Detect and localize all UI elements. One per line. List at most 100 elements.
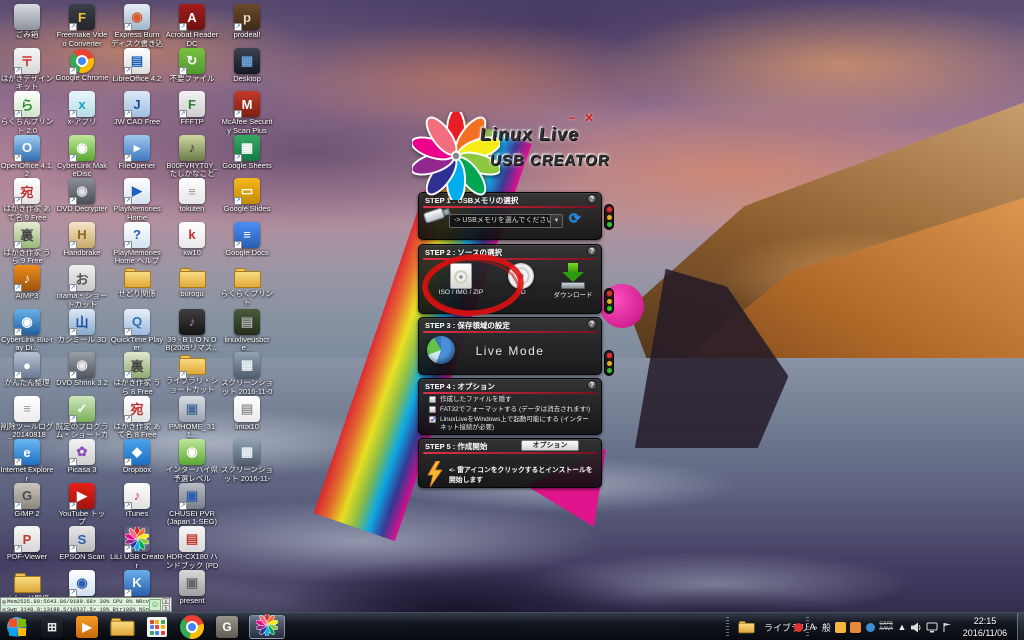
checkbox-icon[interactable] [429,416,436,423]
desktop-icon[interactable]: ◉インターハイ県予選レベル [165,439,219,483]
desktop-icon[interactable]: J↗JW CAD Free [110,91,164,127]
taskbar-explorer[interactable] [109,615,135,639]
tray-app-icon[interactable] [850,620,861,634]
desktop-icon[interactable]: らくらくプリント [220,265,274,307]
taskbar-grip[interactable] [726,617,729,637]
options-button[interactable]: オプション [521,440,579,451]
desktop-icon[interactable]: ▦スクリーンショット 2016-11-06... [220,352,274,397]
desktop-icon[interactable]: ✓↗既定のプログラム・ショートカット [55,396,109,441]
desktop-icon[interactable]: ↗Google Chrome [55,48,109,83]
desktop-icon[interactable]: ◉↗DVD Decrypter [55,178,109,214]
desktop-icon[interactable]: 裏↗はがき作家 うら 9 Free [0,222,54,266]
lightning-bolt-icon[interactable] [427,461,443,492]
step4-checkbox-2[interactable]: LinuxLiveをWindows上で起動可能にする (インターネット接続が必要… [429,416,595,432]
desktop-icon[interactable]: ▤linuxliveusbcre... [220,309,274,353]
desktop-icon[interactable]: F↗Freemake Video Converter [55,4,109,48]
taskbar-clock[interactable]: 22:15 2016/11/06 [956,615,1014,639]
desktop-icon[interactable]: ◉↗CyberLink MakeDisc [55,135,109,179]
hidden-icons-chevron[interactable]: ▲ [897,620,907,634]
desktop-icon[interactable]: ◉↗Express Burn ディスク書き込み... [110,4,164,49]
desktop-icon[interactable]: ごみ箱 [0,4,54,40]
show-desktop-button[interactable] [1017,613,1024,640]
action-center-flag-icon[interactable] [942,620,952,634]
desktop-icon[interactable]: 山↗カシミール 3D [55,309,109,345]
start-button[interactable] [4,615,30,639]
step4-checkbox-1[interactable]: FAT32でフォーマットする (データは消去されます!) [429,406,595,414]
desktop-icon[interactable]: ↗LiLi USB Creator [110,526,164,570]
ime-alpha-icon[interactable]: A [807,620,817,634]
help-icon[interactable]: ? [587,194,597,204]
desktop-icon[interactable]: ▸↗FileOpener [110,135,164,171]
desktop-icon[interactable]: ◉↗DVD Shrink 3.2 [55,352,109,388]
desktop-icon[interactable]: O↗OpenOffice 4.1.2 [0,135,54,179]
minimize-button[interactable]: − [568,112,575,124]
desktop-icon[interactable]: ▤HDR-CX180 ハンドブック (PDF) [165,526,219,571]
taskbar-gimp[interactable]: G [214,615,240,639]
desktop-icon[interactable]: せどり関係 [110,265,164,299]
desktop-icon[interactable]: p↗prodeal! [220,4,274,40]
desktop-icon[interactable]: ▣present [165,570,219,606]
desktop-icon[interactable]: Q↗QuickTime Player [110,309,164,353]
checkbox-icon[interactable] [429,406,436,413]
desktop-icon[interactable]: ↻↗不要ファイル [165,48,219,84]
desktop-icon[interactable]: ▤linux10 [220,396,274,432]
desktop-icon[interactable]: 〒↗はがきデザインキット [0,48,54,92]
desktop-icon[interactable]: ♪↗iTunes [110,483,164,519]
refresh-icon[interactable]: ⟳ [569,210,581,227]
help-icon[interactable]: ? [587,380,597,390]
desktop-icon[interactable]: e↗Internet Explorer [0,439,54,483]
desktop-icon[interactable]: ▣PMHOME_311... [165,396,219,440]
desktop-icon[interactable]: M↗McAfee Security Scan Plus [220,91,274,135]
taskbar-chrome[interactable] [179,615,205,639]
desktop-icon[interactable]: x↗x-アプリ [55,91,109,127]
desktop-icon[interactable]: 宛↗はがき作家 あて名 8 Free [110,396,164,440]
caps-kana-indicator[interactable]: CAPSKANA [879,620,893,634]
desktop-icon[interactable]: H↗Handbrake [55,222,109,258]
desktop-icon[interactable]: burogu [165,265,219,299]
desktop-icon[interactable]: S↗EPSON Scan [55,526,109,562]
taskbar-tiles-app[interactable]: ⊞ [39,615,65,639]
desktop-icon[interactable]: ▭↗Google Slides [220,178,274,214]
taskbar-lili-active[interactable] [249,615,285,639]
ime-mode-icon[interactable]: 般 [821,620,831,634]
desktop-icon[interactable]: ▦Desktop [220,48,274,84]
checkbox-icon[interactable] [429,396,436,403]
dropdown-arrow-icon[interactable]: ▼ [550,215,562,227]
desktop-icon[interactable]: ↗ライブラリ・ショートカット [165,352,219,394]
desktop-icon[interactable]: ♪39 - B L O N D B(2009リマス... [165,309,219,353]
desktop-icon[interactable]: ?↗PlayMemories Home ヘルプ [110,222,164,266]
desktop-icon[interactable]: 宛↗はがき作家 あて名 9 Free [0,178,54,222]
desktop-icon[interactable]: ▤↗LibreOffice 4.2 [110,48,164,84]
taskbar-app-grid[interactable] [144,615,170,639]
usb-select-dropdown[interactable]: -> USBメモリを選んでください ▼ [449,214,563,228]
desktop-icon[interactable]: ◆↗Dropbox [110,439,164,475]
desktop-icon[interactable]: kkw10 [165,222,219,258]
desktop-icon[interactable]: お↗otama・ショートカット [55,265,109,309]
desktop-icon[interactable]: ♪B00FVRYT0Y_たしかなこと [165,135,219,179]
close-button[interactable]: ✕ [584,112,594,124]
tray-app-icon[interactable] [835,620,846,634]
desktop-icon[interactable]: ▦スクリーンショット 2016-11-0... [220,439,274,484]
help-icon[interactable]: ? [587,246,597,256]
desktop-icon[interactable]: ら↗らくちんプリント 2.0 [0,91,54,135]
desktop-icon[interactable]: ▣↗CHUSEI PVR (Japan 1-SEG) [165,483,219,527]
recording-dot-icon[interactable] [793,620,803,634]
desktop-icon[interactable]: ♪↗AIMP3 [0,265,54,301]
desktop-icon[interactable]: A↗Acrobat Reader DC [165,4,219,48]
tray-app-icon[interactable] [865,620,875,634]
source-download-option[interactable]: ダウンロード [547,263,599,299]
desktop-icon[interactable]: ≡tokuten [165,178,219,214]
desktop-icon[interactable]: G↗GIMP 2 [0,483,54,519]
desktop-icon[interactable]: ◉↗CyberLink Blu-ray Di... [0,309,54,353]
monitor-close-button[interactable]: X [162,598,170,604]
help-icon[interactable]: ? [587,319,597,329]
desktop-icon[interactable]: ▦↗Google Sheets [220,135,274,171]
desktop-icon[interactable]: 裏↗はがき作家 うら 8 Free [110,352,164,396]
desktop-icon[interactable]: P↗PDF-Viewer [0,526,54,562]
monitor-h-button[interactable]: h [162,605,170,611]
desktop-icon[interactable]: ≡削除ツールログ_20140818 [0,396,54,440]
volume-icon[interactable] [911,620,922,634]
desktop-icon[interactable]: ●↗かんたん整理 [0,352,54,388]
desktop-icon[interactable]: ▶↗YouTube トップ [55,483,109,527]
network-icon[interactable] [926,620,938,634]
